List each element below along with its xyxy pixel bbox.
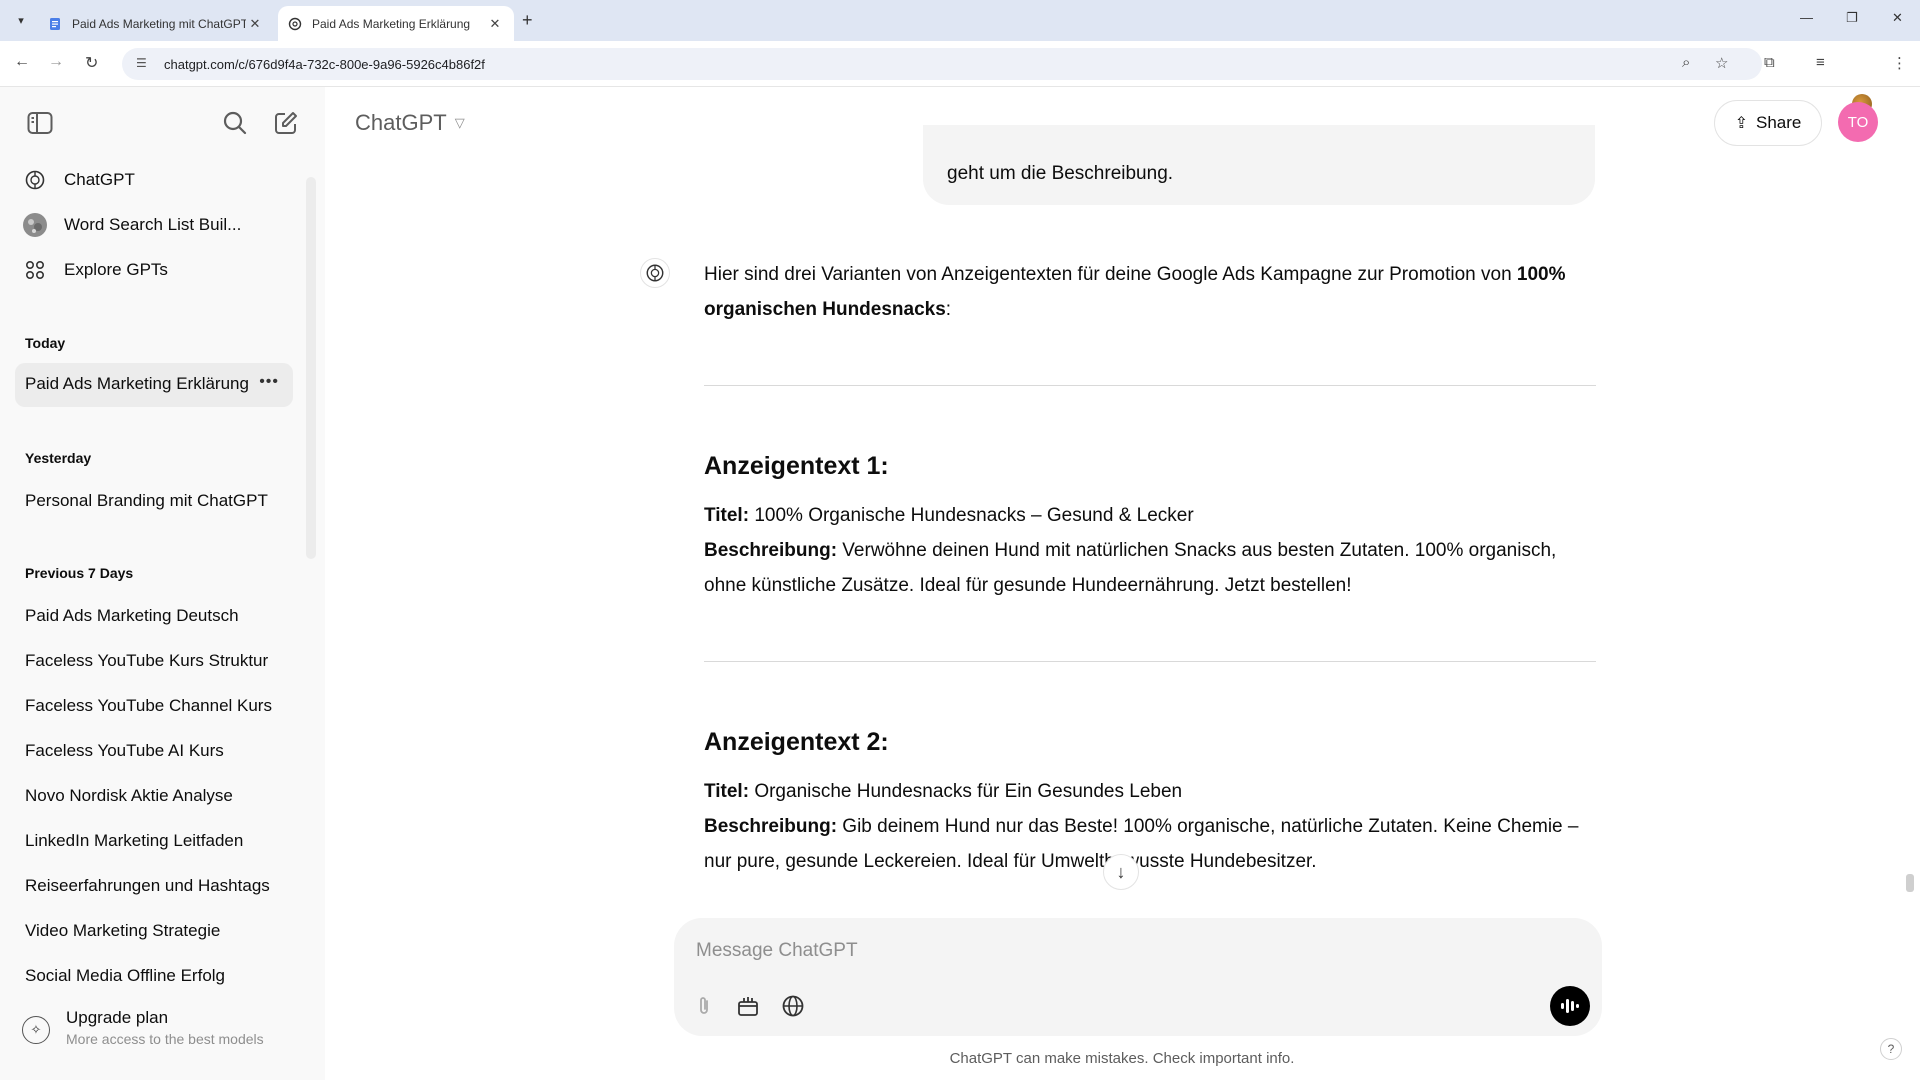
chevron-down-icon: ▽ [454, 115, 465, 130]
upgrade-icon: ✧ [22, 1016, 50, 1044]
section-previous-7-days: Previous 7 Days [25, 565, 134, 581]
browser-tab-bar: ▾ Paid Ads Marketing mit ChatGPT ✕ Paid … [0, 0, 1920, 41]
address-toolbar: ← → ↻ ☰ chatgpt.com/c/676d9f4a-732c-800e… [0, 41, 1920, 114]
sidebar-link-label: ChatGPT [64, 170, 135, 189]
chat-history-item[interactable]: Social Media Offline Erfolg [25, 966, 275, 986]
chatgpt-logo-icon [22, 167, 48, 193]
chat-history-item[interactable]: Faceless YouTube Kurs Struktur [25, 651, 275, 671]
chat-history-item[interactable]: Personal Branding mit ChatGPT [25, 491, 275, 511]
search-icon[interactable] [221, 109, 249, 137]
arrow-down-icon: ↓ [1116, 861, 1126, 882]
browser-tab[interactable]: Paid Ads Marketing mit ChatGPT ✕ [38, 6, 274, 41]
site-info-icon[interactable]: ☰ [136, 56, 152, 72]
tab-title: Paid Ads Marketing Erklärung [312, 16, 471, 31]
user-message: geht um die Beschreibung. [923, 125, 1595, 205]
toggle-sidebar-icon[interactable] [26, 109, 54, 137]
help-button[interactable]: ? [1880, 1038, 1902, 1060]
ad-heading: Anzeigentext 2: [704, 728, 889, 756]
sidebar-link-gpt[interactable]: Word Search List Buil... [22, 207, 241, 243]
chat-options-icon[interactable]: ••• [259, 373, 279, 391]
browser-menu-icon[interactable]: ⋮ [1892, 54, 1907, 72]
assistant-intro: Hier sind drei Varianten von Anzeigentex… [704, 257, 1596, 327]
new-tab-icon[interactable]: + [522, 10, 533, 31]
new-chat-icon[interactable] [272, 109, 300, 137]
tools-icon[interactable] [732, 990, 764, 1022]
scroll-to-bottom-button[interactable]: ↓ [1103, 854, 1139, 890]
voice-mode-button[interactable] [1550, 986, 1590, 1026]
close-tab-icon[interactable]: ✕ [246, 16, 264, 32]
media-controls-icon[interactable]: ≡ [1816, 54, 1825, 71]
ad-title-label: Titel: [704, 505, 750, 526]
reload-icon[interactable]: ↻ [85, 53, 98, 73]
divider [704, 385, 1596, 386]
share-label: Share [1756, 113, 1802, 132]
message-composer[interactable]: Message ChatGPT [674, 918, 1602, 1036]
sidebar-link-chatgpt[interactable]: ChatGPT [22, 162, 135, 198]
web-search-globe-icon[interactable] [777, 990, 809, 1022]
upgrade-subtitle: More access to the best models [66, 1031, 264, 1047]
tab-title: Paid Ads Marketing mit ChatGPT [72, 16, 246, 31]
ad-heading: Anzeigentext 1: [704, 452, 889, 480]
intro-end: : [945, 299, 952, 320]
sidebar-link-label: Explore GPTs [64, 260, 168, 279]
intro-text: Hier sind drei Varianten von Anzeigentex… [704, 264, 1517, 285]
chat-history-item-active[interactable]: Paid Ads Marketing Erklärung ••• [15, 363, 293, 407]
zoom-icon[interactable]: ⌕ [1682, 54, 1690, 71]
upgrade-plan-button[interactable]: ✧ Upgrade plan More access to the best m… [22, 1008, 264, 1047]
window-close-icon[interactable]: ✕ [1892, 10, 1903, 26]
extensions-icon[interactable]: ⧉ [1764, 54, 1775, 71]
ad-body: Titel: 100% Organische Hundesnacks – Ges… [704, 498, 1596, 603]
back-icon[interactable]: ← [14, 53, 30, 71]
sidebar: ChatGPT Word Search List Buil... Explore… [0, 87, 325, 1080]
message-input[interactable]: Message ChatGPT [696, 940, 858, 962]
ad-title: Organische Hundesnacks für Ein Gesundes … [749, 781, 1183, 802]
gpt-avatar-icon [22, 212, 48, 238]
sidebar-link-explore[interactable]: Explore GPTs [22, 252, 168, 288]
chat-history-item[interactable]: Reiseerfahrungen und Hashtags [25, 876, 275, 896]
model-name: ChatGPT [355, 110, 447, 135]
assistant-avatar-icon [640, 258, 670, 288]
tab-search-chevron-icon[interactable]: ▾ [10, 9, 32, 31]
restore-icon[interactable]: ❐ [1846, 10, 1858, 26]
url-text: chatgpt.com/c/676d9f4a-732c-800e-9a96-59… [164, 56, 485, 72]
docs-favicon-icon [50, 17, 60, 30]
section-yesterday: Yesterday [25, 450, 92, 466]
share-button[interactable]: ⇪ Share [1714, 100, 1822, 146]
browser-tab-active[interactable]: Paid Ads Marketing Erklärung ✕ [278, 6, 514, 41]
share-icon: ⇪ [1734, 115, 1749, 132]
disclaimer: ChatGPT can make mistakes. Check importa… [949, 1050, 1295, 1067]
section-today: Today [25, 335, 66, 351]
url-bar[interactable]: ☰ chatgpt.com/c/676d9f4a-732c-800e-9a96-… [122, 48, 1762, 80]
ad-title: 100% Organische Hundesnacks – Gesund & L… [749, 505, 1194, 526]
minimize-icon[interactable]: — [1800, 10, 1813, 25]
bookmark-star-icon[interactable]: ☆ [1715, 54, 1728, 72]
grid-icon [22, 257, 48, 283]
voice-waveform-icon [1561, 999, 1579, 1013]
chat-history-item[interactable]: Video Marketing Strategie [25, 921, 275, 941]
sidebar-scrollbar[interactable] [306, 177, 316, 559]
upgrade-title: Upgrade plan [66, 1008, 169, 1027]
model-selector[interactable]: ChatGPT ▽ [355, 110, 465, 136]
ad-desc-label: Beschreibung: [704, 816, 838, 837]
chat-title: Paid Ads Marketing Erklärung [25, 374, 249, 393]
chat-history-item[interactable]: LinkedIn Marketing Leitfaden [25, 831, 275, 851]
close-tab-icon[interactable]: ✕ [486, 16, 504, 32]
sidebar-link-label: Word Search List Buil... [64, 215, 242, 234]
main-scrollbar[interactable] [1906, 874, 1914, 892]
chat-history-item[interactable]: Faceless YouTube Channel Kurs [25, 696, 275, 716]
attach-icon[interactable] [688, 990, 720, 1022]
chatgpt-favicon-icon [288, 17, 302, 30]
divider [704, 661, 1596, 662]
chat-history-item[interactable]: Paid Ads Marketing Deutsch [25, 606, 275, 626]
chat-history-item[interactable]: Novo Nordisk Aktie Analyse [25, 786, 275, 806]
ad-title-label: Titel: [704, 781, 750, 802]
avatar[interactable]: TO [1838, 102, 1878, 142]
chat-history-item[interactable]: Faceless YouTube AI Kurs [25, 741, 275, 761]
forward-icon[interactable]: → [48, 53, 64, 71]
ad-body: Titel: Organische Hundesnacks für Ein Ge… [704, 774, 1596, 879]
user-message-text: geht um die Beschreibung. [947, 163, 1174, 184]
ad-desc-label: Beschreibung: [704, 540, 838, 561]
